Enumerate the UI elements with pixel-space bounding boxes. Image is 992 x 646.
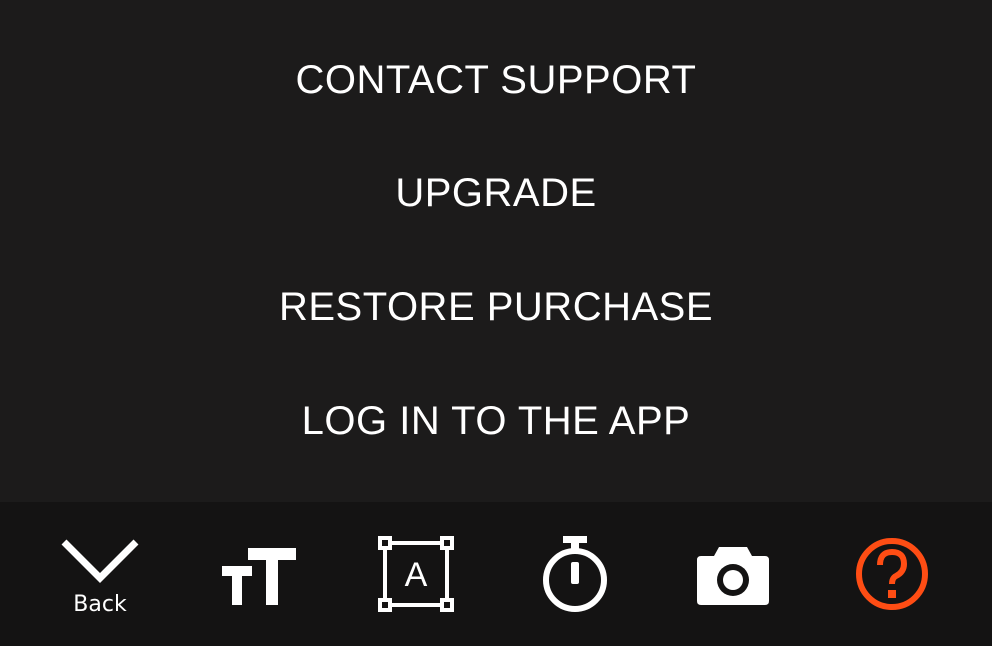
log-in-button[interactable]: LOG IN TO THE APP <box>0 386 992 456</box>
back-button[interactable]: Back <box>30 502 170 646</box>
text-frame-icon: A <box>378 536 454 612</box>
contact-support-button[interactable]: CONTACT SUPPORT <box>0 45 992 115</box>
help-menu: CONTACT SUPPORT UPGRADE RESTORE PURCHASE… <box>0 0 992 500</box>
back-label: Back <box>73 592 127 617</box>
help-icon <box>856 538 928 610</box>
chevron-down-icon <box>61 539 139 583</box>
timer-icon <box>543 536 607 612</box>
app-screen: CONTACT SUPPORT UPGRADE RESTORE PURCHASE… <box>0 0 992 646</box>
bottom-toolbar: Back A <box>0 502 992 646</box>
restore-purchase-button[interactable]: RESTORE PURCHASE <box>0 272 992 342</box>
text-frame-letter: A <box>405 556 428 594</box>
text-size-icon <box>222 548 296 605</box>
help-button[interactable] <box>822 502 962 646</box>
text-frame-button[interactable]: A <box>346 502 486 646</box>
text-size-button[interactable] <box>190 502 330 646</box>
upgrade-button[interactable]: UPGRADE <box>0 158 992 228</box>
timer-button[interactable] <box>505 502 645 646</box>
camera-icon <box>697 547 769 605</box>
camera-button[interactable] <box>663 502 803 646</box>
